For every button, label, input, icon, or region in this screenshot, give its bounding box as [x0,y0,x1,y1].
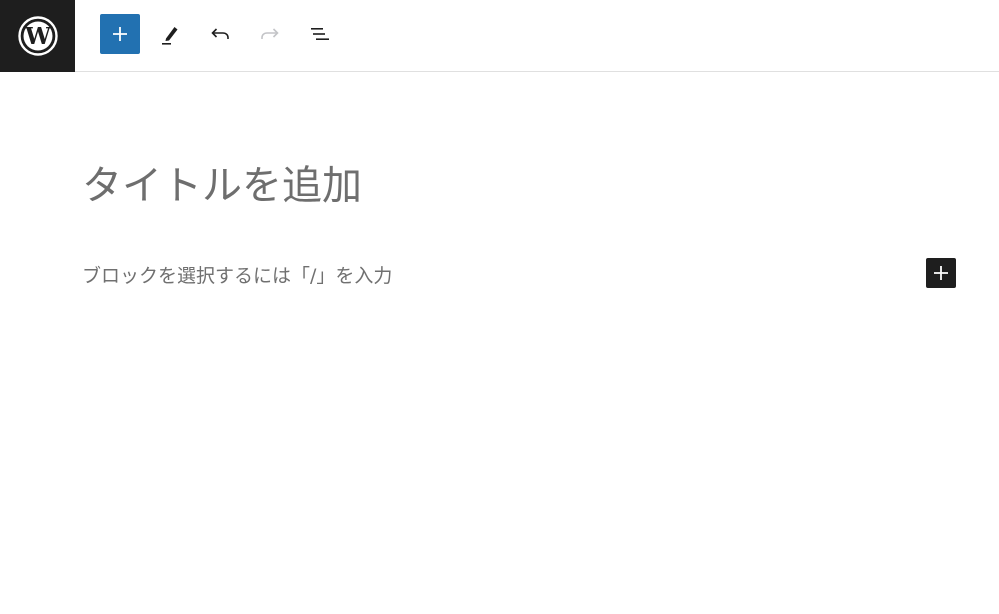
redo-icon [261,28,279,39]
block-inserter-toggle-button[interactable] [100,14,140,54]
wordpress-logo-button[interactable]: W [0,0,75,72]
list-view-icon [311,28,329,40]
plus-icon [934,266,948,280]
editor-app: W タイトルを追加 ブロックを選択するには「/」を入力 [0,0,999,614]
undo-button[interactable] [200,14,240,54]
plus-icon [113,27,127,41]
list-view-button[interactable] [300,14,340,54]
post-title-input[interactable]: タイトルを追加 [82,158,782,214]
editor-header-toolbar: W [0,0,999,72]
default-block-appender[interactable]: ブロックを選択するには「/」を入力 [82,262,682,290]
undo-icon [211,28,229,39]
pencil-icon [162,27,178,45]
tools-edit-button[interactable] [150,14,190,54]
wordpress-logo-icon: W [17,16,58,56]
block-inserter-button[interactable] [926,258,956,288]
redo-button[interactable] [250,14,290,54]
svg-text:W: W [24,23,52,50]
